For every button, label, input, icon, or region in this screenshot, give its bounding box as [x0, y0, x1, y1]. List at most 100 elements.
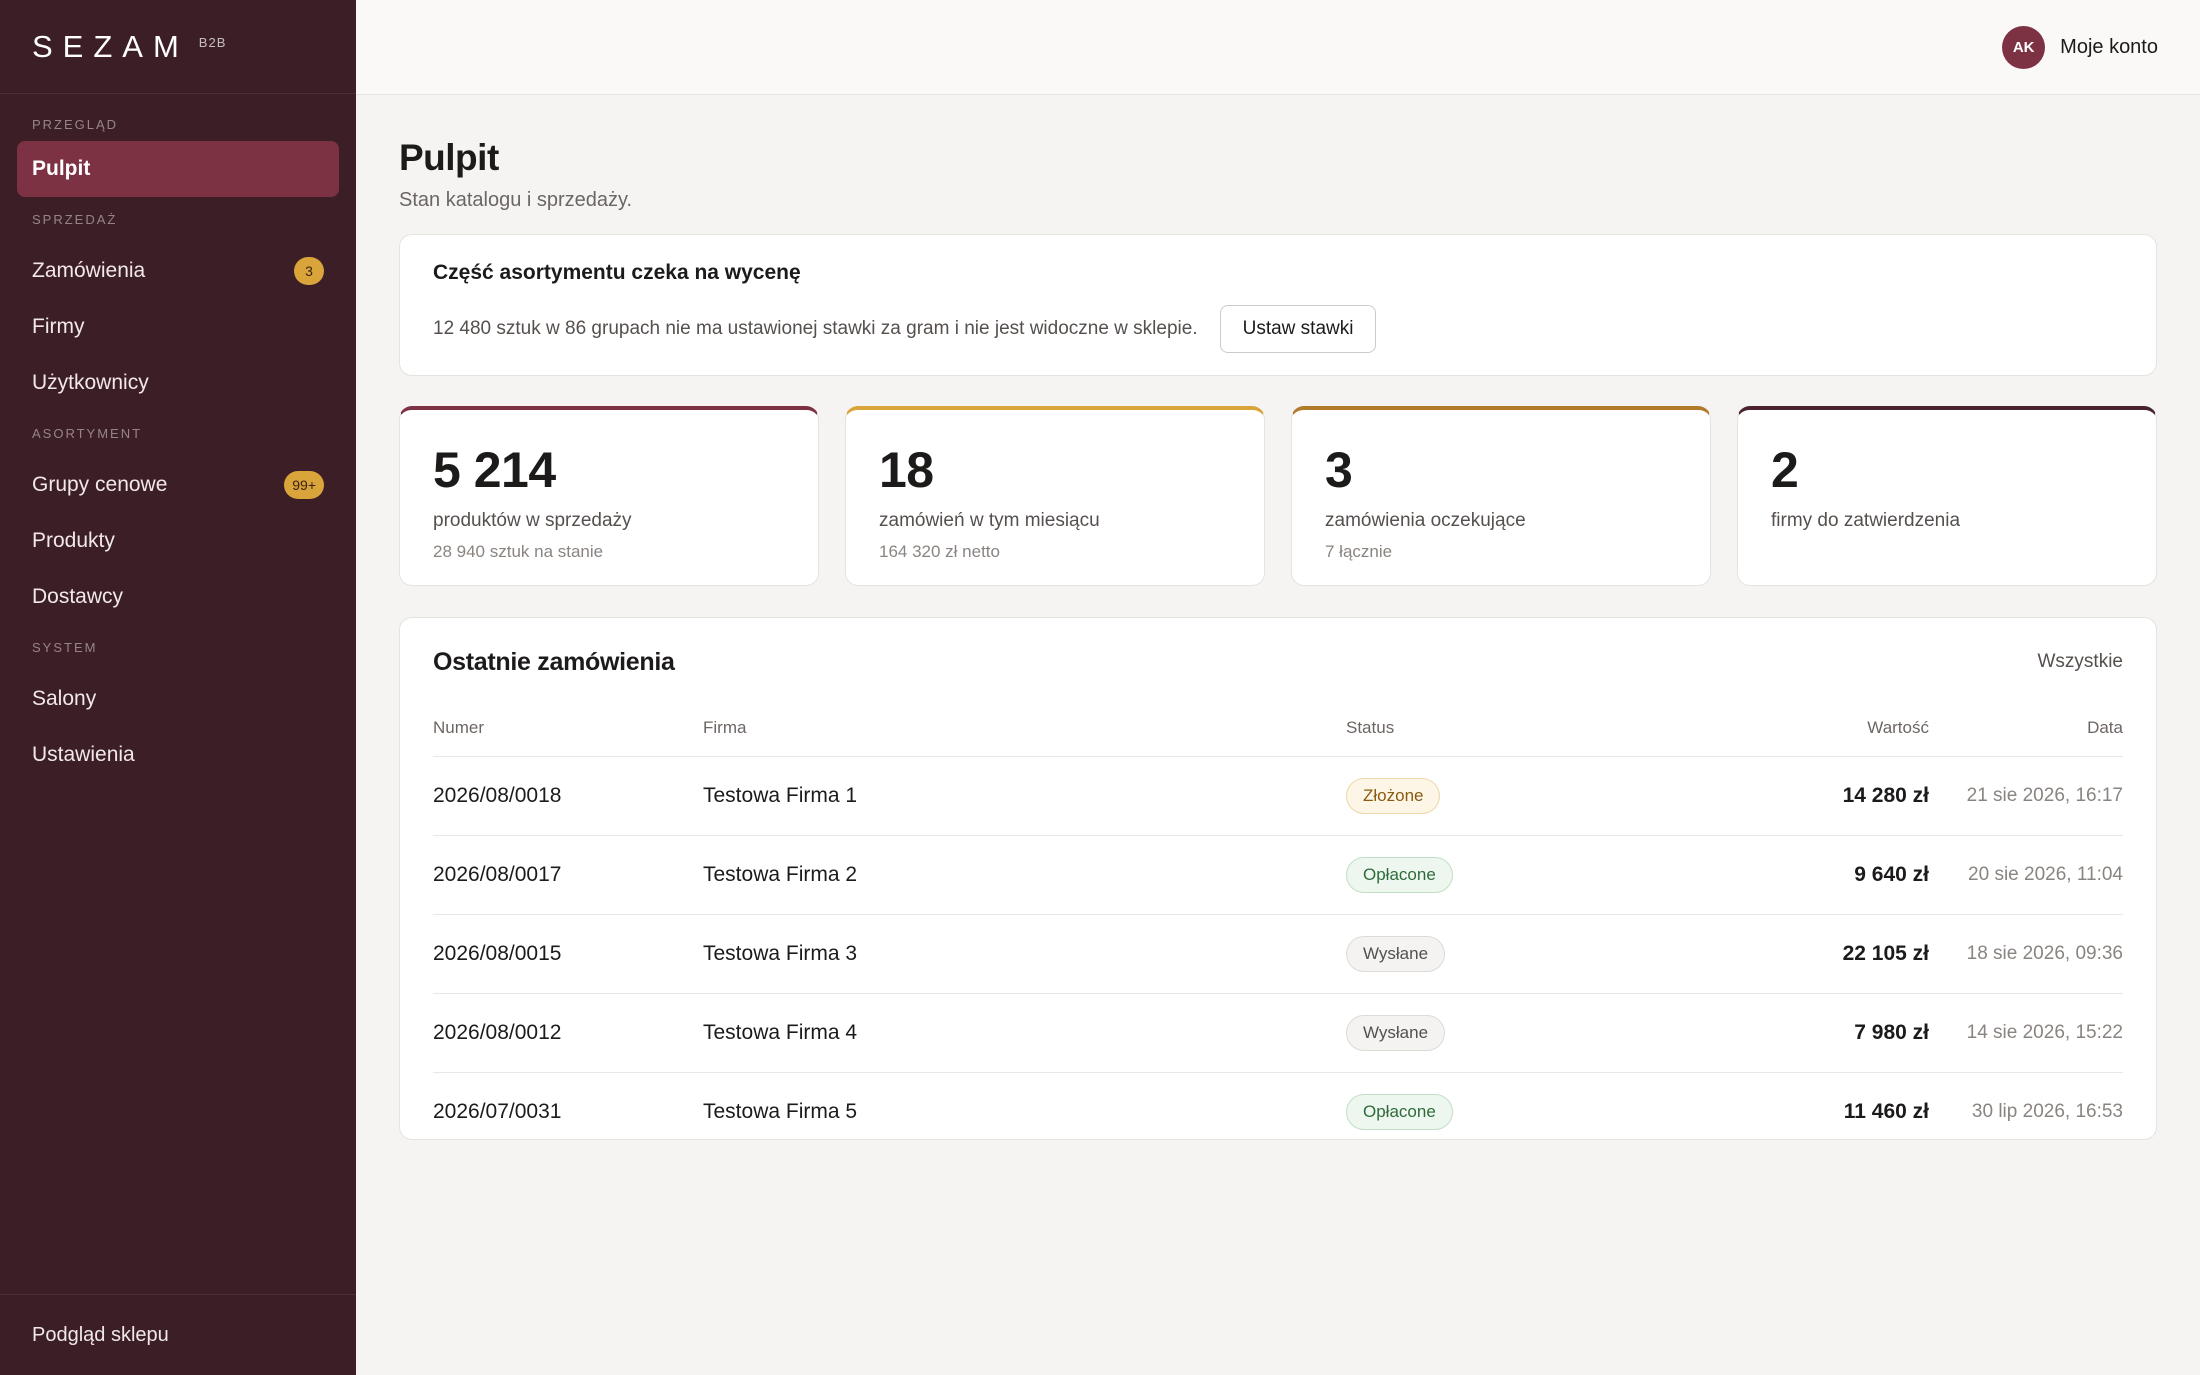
order-firm: Testowa Firma 2 [703, 835, 1346, 915]
stat-sub: 28 940 sztuk na stanie [433, 542, 604, 561]
sidebar-item-grupy-cenowe[interactable]: Grupy cenowe 99+ [17, 457, 339, 513]
table-row[interactable]: 2026/08/0018 Testowa Firma 1 Złożone 14 … [433, 756, 2123, 836]
stat-card[interactable]: 3 zamówienia oczekujące 7 łącznie [1291, 406, 1711, 586]
order-number[interactable]: 2026/07/0031 [433, 1072, 703, 1151]
stat-sub: 164 320 zł netto [879, 542, 1000, 561]
sidebar-item-salony[interactable]: Salony [17, 671, 339, 727]
status-badge: Opłacone [1346, 856, 1453, 893]
count-badge: 3 [294, 257, 324, 285]
order-value: 22 105 zł [1606, 914, 1929, 994]
alert-text: 12 480 sztuk w 86 grupach nie ma ustawio… [433, 318, 1198, 339]
stat-card[interactable]: 5 214 produktów w sprzedaży 28 940 sztuk… [399, 406, 819, 586]
nav-section-system: SYSTEM [32, 640, 98, 655]
brand-logo[interactable]: SEZAM B2B [0, 0, 356, 94]
sidebar-nav: PRZEGLĄD Pulpit SPRZEDAŻ Zamówienia 3 Fi… [0, 114, 356, 783]
order-date: 18 sie 2026, 09:36 [1929, 914, 2123, 994]
order-firm: Testowa Firma 3 [703, 914, 1346, 994]
sidebar-item-label: Produkty [32, 529, 115, 552]
sidebar-item-label: Pulpit [32, 157, 91, 180]
shop-preview-link[interactable]: Podgląd sklepu [0, 1294, 356, 1375]
all-orders-link[interactable]: Wszystkie [2038, 651, 2124, 673]
sidebar-item-label: Użytkownicy [32, 371, 149, 394]
sidebar-item-label: Salony [32, 687, 97, 710]
pricing-alert: Część asortymentu czeka na wycenę 12 480… [399, 234, 2157, 376]
column-header-status[interactable]: Status [1346, 706, 1606, 757]
column-header-number[interactable]: Numer [433, 706, 703, 757]
sidebar-item-label: Grupy cenowe [32, 473, 168, 496]
column-header-firm[interactable]: Firma [703, 706, 1346, 757]
order-number[interactable]: 2026/08/0012 [433, 993, 703, 1073]
order-value: 14 280 zł [1606, 756, 1929, 836]
sidebar-item-dostawcy[interactable]: Dostawcy [17, 569, 339, 625]
table-header-row: Numer Firma Status Wartość Data [433, 706, 2123, 757]
stat-card[interactable]: 18 zamówień w tym miesiącu 164 320 zł ne… [845, 406, 1265, 586]
stat-value: 2 [1771, 442, 1799, 498]
orders-table: Numer Firma Status Wartość Data 2026/08/… [433, 706, 2123, 1151]
orders-title: Ostatnie zamówienia [433, 647, 675, 676]
page-title: Pulpit [399, 137, 499, 178]
status-badge: Wysłane [1346, 935, 1446, 972]
nav-section-sprzedaz: SPRZEDAŻ [32, 212, 118, 227]
column-header-value[interactable]: Wartość [1606, 706, 1929, 757]
stat-label: produktów w sprzedaży [433, 510, 632, 531]
sidebar-item-ustawienia[interactable]: Ustawienia [17, 727, 339, 783]
stat-sub: 7 łącznie [1325, 542, 1393, 561]
sidebar-item-uzytkownicy[interactable]: Użytkownicy [17, 355, 339, 411]
sidebar-item-label: Firmy [32, 315, 85, 338]
avatar[interactable]: AK [2002, 25, 2046, 69]
column-header-date[interactable]: Data [1929, 706, 2123, 757]
order-firm: Testowa Firma 1 [703, 756, 1346, 836]
order-firm: Testowa Firma 4 [703, 993, 1346, 1073]
status-badge: Opłacone [1346, 1093, 1453, 1130]
table-row[interactable]: 2026/08/0015 Testowa Firma 3 Wysłane 22 … [433, 914, 2123, 994]
page-subtitle: Stan katalogu i sprzedaży. [399, 189, 633, 211]
sidebar-item-produkty[interactable]: Produkty [17, 513, 339, 569]
sidebar-item-label: Dostawcy [32, 585, 124, 608]
stat-value: 3 [1325, 442, 1353, 498]
order-date: 21 sie 2026, 16:17 [1929, 756, 2123, 836]
order-date: 14 sie 2026, 15:22 [1929, 993, 2123, 1073]
table-row[interactable]: 2026/07/0031 Testowa Firma 5 Opłacone 11… [433, 1072, 2123, 1151]
order-value: 11 460 zł [1843, 1099, 1929, 1123]
stat-value: 5 214 [433, 442, 556, 498]
status-badge: Złożone [1346, 777, 1441, 814]
order-date: 30 lip 2026, 16:53 [1971, 1100, 2123, 1122]
order-status-cell: Złożone [1346, 756, 1606, 836]
order-status-cell: Wysłane [1346, 914, 1606, 994]
stat-label: zamówień w tym miesiącu [879, 510, 1100, 531]
stat-label: zamówienia oczekujące [1325, 510, 1526, 531]
order-status-cell: Wysłane [1346, 993, 1606, 1073]
alert-title: Część asortymentu czeka na wycenę [433, 261, 801, 284]
recent-orders: Ostatnie zamówienia Wszystkie Numer Firm… [399, 617, 2157, 1140]
brand-name: SEZAM [32, 28, 189, 64]
stat-value: 18 [879, 442, 934, 498]
order-number[interactable]: 2026/08/0018 [433, 756, 703, 836]
nav-section-asortyment: ASORTYMENT [32, 426, 143, 441]
stat-label: firmy do zatwierdzenia [1771, 510, 1961, 531]
order-firm: Testowa Firma 5 [703, 1099, 858, 1123]
sidebar-item-firmy[interactable]: Firmy [17, 299, 339, 355]
table-row[interactable]: 2026/08/0012 Testowa Firma 4 Wysłane 7 9… [433, 993, 2123, 1073]
stat-card[interactable]: 2 firmy do zatwierdzenia [1737, 406, 2157, 586]
order-value: 9 640 zł [1606, 835, 1929, 915]
order-number[interactable]: 2026/08/0015 [433, 914, 703, 994]
count-badge: 99+ [284, 471, 324, 499]
account-link[interactable]: Moje konto [2060, 36, 2158, 59]
order-number[interactable]: 2026/08/0017 [433, 835, 703, 915]
stats-row: 5 214 produktów w sprzedaży 28 940 sztuk… [399, 406, 2157, 586]
sidebar-item-label: Ustawienia [32, 743, 135, 766]
set-rates-button[interactable]: Ustaw stawki [1219, 305, 1377, 353]
nav-section-przeglad: PRZEGLĄD [32, 117, 119, 132]
sidebar-item-pulpit[interactable]: Pulpit [17, 141, 339, 197]
sidebar-item-label: Zamówienia [32, 259, 146, 282]
top-bar: AK Moje konto [356, 0, 2200, 95]
order-value: 7 980 zł [1606, 993, 1929, 1073]
sidebar-item-zamowienia[interactable]: Zamówienia 3 [17, 243, 339, 299]
brand-tag: B2B [198, 35, 227, 50]
order-status-cell: Opłacone [1346, 1072, 1606, 1151]
table-row[interactable]: 2026/08/0017 Testowa Firma 2 Opłacone 9 … [433, 835, 2123, 915]
status-badge: Wysłane [1346, 1014, 1446, 1051]
sidebar: SEZAM B2B PRZEGLĄD Pulpit SPRZEDAŻ Zamów… [0, 0, 356, 1375]
order-date: 20 sie 2026, 11:04 [1929, 835, 2123, 915]
main-content: Pulpit Stan katalogu i sprzedaży. Część … [399, 95, 2157, 1140]
